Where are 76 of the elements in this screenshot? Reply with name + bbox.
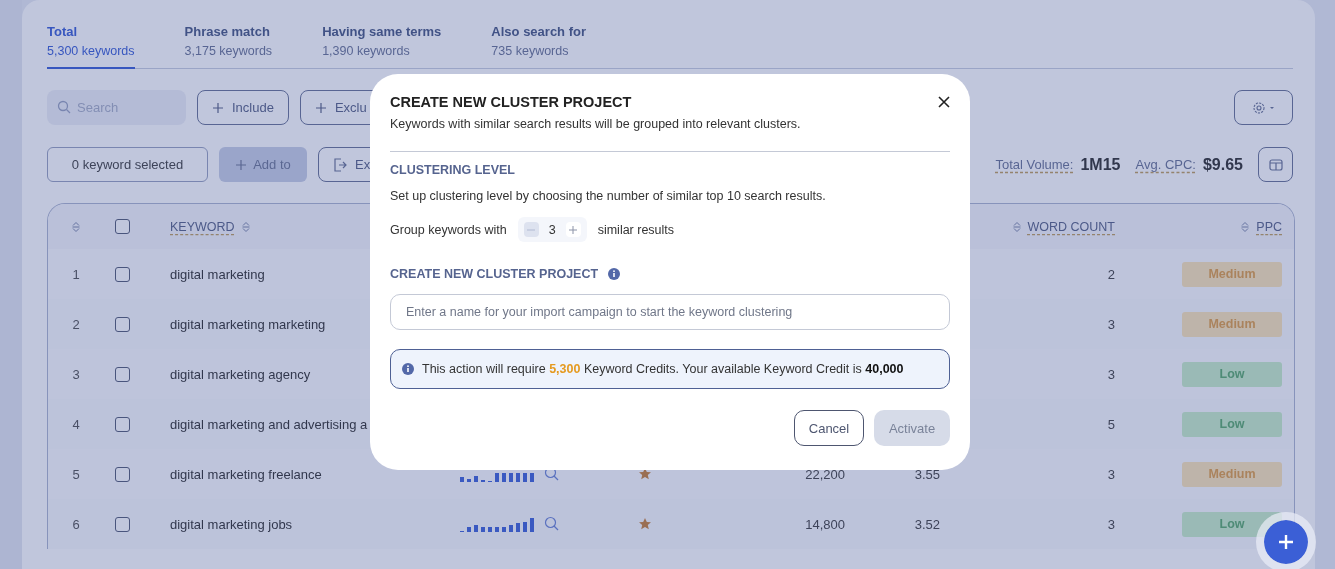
checkbox[interactable] xyxy=(114,516,130,532)
info-icon xyxy=(608,268,621,280)
group-suffix: similar results xyxy=(597,222,675,237)
ppc-badge: Low xyxy=(1182,361,1282,387)
cpc-value: 3.55 xyxy=(914,466,940,482)
word-count: 3 xyxy=(1107,366,1115,382)
stepper-value: 3 xyxy=(548,222,556,237)
avg-cpc-label: Avg. CPC: xyxy=(1135,157,1196,172)
layout-icon xyxy=(1268,157,1283,172)
total-volume-label: Total Volume: xyxy=(995,157,1074,172)
column-header[interactable]: WORD COUNT xyxy=(1027,219,1115,234)
checkbox[interactable] xyxy=(114,366,130,382)
checkbox[interactable] xyxy=(114,219,130,234)
tab[interactable]: Total 5,300 keywords xyxy=(47,14,135,69)
plus-icon xyxy=(212,101,224,114)
settings-icon xyxy=(1251,100,1276,115)
avg-cpc-value: $9.65 xyxy=(1202,155,1243,174)
row-number: 3 xyxy=(71,365,81,384)
ppc-badge: Medium xyxy=(1182,461,1282,487)
keyword-text: digital marketing and advertising a xyxy=(170,416,368,432)
word-count: 5 xyxy=(1107,416,1115,432)
plus-icon xyxy=(314,101,327,114)
total-volume-value: 1M15 xyxy=(1080,155,1121,174)
tab[interactable]: Phrase match 3,175 keywords xyxy=(184,14,273,69)
tab[interactable]: Having same terms 1,390 keywords xyxy=(322,14,442,69)
checkbox[interactable] xyxy=(114,266,130,282)
group-label: Group keywords with xyxy=(390,222,507,237)
volume-value: 22,200 xyxy=(805,466,845,482)
ppc-badge: Low xyxy=(1182,411,1282,437)
volume-value: 14,800 xyxy=(805,516,845,532)
keyword-text: digital marketing xyxy=(170,266,265,282)
section-description: Set up clustering level by choosing the number of similar top 10 search results. xyxy=(390,189,827,203)
tab[interactable]: Also search for 735 keywords xyxy=(491,14,586,69)
word-count: 2 xyxy=(1107,266,1115,282)
word-count: 3 xyxy=(1107,466,1115,482)
sort-icon xyxy=(1240,220,1251,233)
checkbox[interactable] xyxy=(114,416,130,432)
row-number: 5 xyxy=(71,465,81,484)
plus-icon xyxy=(235,158,248,171)
ppc-badge: Medium xyxy=(1182,311,1282,337)
export-icon xyxy=(333,157,347,172)
sort-icon xyxy=(240,220,251,233)
field-label: CREATE NEW CLUSTER PROJECT xyxy=(390,267,599,281)
keyword-text: digital marketing jobs xyxy=(170,516,293,532)
plus-icon xyxy=(1278,534,1294,550)
section-title: CLUSTERING LEVEL xyxy=(390,163,516,177)
keyword-text: digital marketing freelance xyxy=(170,466,322,482)
keyword-text: digital marketing marketing xyxy=(170,316,326,332)
cpc-value: 3.52 xyxy=(914,516,940,532)
checkbox[interactable] xyxy=(114,466,130,482)
word-count: 3 xyxy=(1107,316,1115,332)
search-icon xyxy=(57,100,71,114)
close-icon xyxy=(938,96,950,108)
cancel-button[interactable]: Cancel xyxy=(794,410,864,446)
include-button[interactable]: Include xyxy=(197,90,289,125)
row-number: 2 xyxy=(71,315,81,334)
sort-icon xyxy=(1011,220,1022,233)
column-header[interactable]: PPC xyxy=(1256,219,1282,234)
row-number: 1 xyxy=(71,265,81,284)
close-button[interactable] xyxy=(936,94,952,110)
sort-icon xyxy=(71,220,81,233)
keyword-text: digital marketing agency xyxy=(170,366,311,382)
selection-count: 0 keyword selected xyxy=(47,147,208,182)
info-icon xyxy=(402,363,414,375)
plus-icon xyxy=(569,225,578,234)
ppc-badge: Medium xyxy=(1182,261,1282,287)
layout-button[interactable] xyxy=(1258,147,1293,182)
row-number: 6 xyxy=(71,515,81,534)
settings-button[interactable] xyxy=(1234,90,1293,125)
column-header[interactable]: KEYWORD xyxy=(170,219,235,234)
checkbox[interactable] xyxy=(114,316,130,332)
name-field[interactable]: Enter a name for your import campaign to start the keyword clustering xyxy=(390,294,950,330)
word-count: 3 xyxy=(1107,516,1115,532)
search-icon xyxy=(544,516,560,532)
notice-text: This action will require 5,300 Keyword Credits. Your available Keyword Credit is 40,000 xyxy=(422,362,904,376)
row-number: 4 xyxy=(71,415,81,434)
